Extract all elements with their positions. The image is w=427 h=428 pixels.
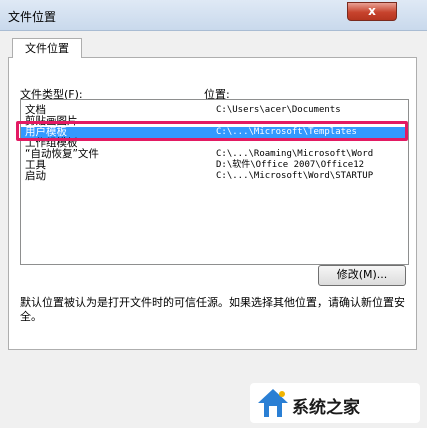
list-item-location: D:\软件\Office 2007\Office12 bbox=[216, 160, 365, 170]
tab-file-locations[interactable]: 文件位置 bbox=[12, 38, 82, 58]
title-bar: 文件位置 x bbox=[0, 0, 427, 31]
house-logo-icon bbox=[258, 389, 288, 417]
list-item-type: 启动 bbox=[25, 170, 46, 182]
list-item-location: C:\Users\acer\Documents bbox=[216, 105, 341, 115]
selection-highlight-box bbox=[16, 121, 408, 141]
watermark: 系统之家 bbox=[250, 383, 420, 423]
list-item[interactable]: 工具 D:\软件\Office 2007\Office12 bbox=[21, 160, 408, 171]
window-title: 文件位置 bbox=[8, 10, 57, 24]
list-item-location: C:\...\Microsoft\Word\STARTUP bbox=[216, 171, 374, 181]
modify-button[interactable]: 修改(M)... bbox=[318, 265, 406, 286]
watermark-text: 系统之家 bbox=[292, 398, 360, 418]
trust-note: 默认位置被认为是打开文件时的可信任源。如果选择其他位置，请确认新位置安全。 bbox=[20, 296, 405, 323]
list-item-location: C:\...\Roaming\Microsoft\Word bbox=[216, 149, 374, 159]
list-item[interactable]: “自动恢复”文件 C:\...\Roaming\Microsoft\Word bbox=[21, 149, 408, 160]
close-button[interactable]: x bbox=[347, 2, 397, 21]
list-item[interactable]: 启动 C:\...\Microsoft\Word\STARTUP bbox=[21, 171, 408, 182]
list-item[interactable]: 文档 C:\Users\acer\Documents bbox=[21, 105, 408, 116]
